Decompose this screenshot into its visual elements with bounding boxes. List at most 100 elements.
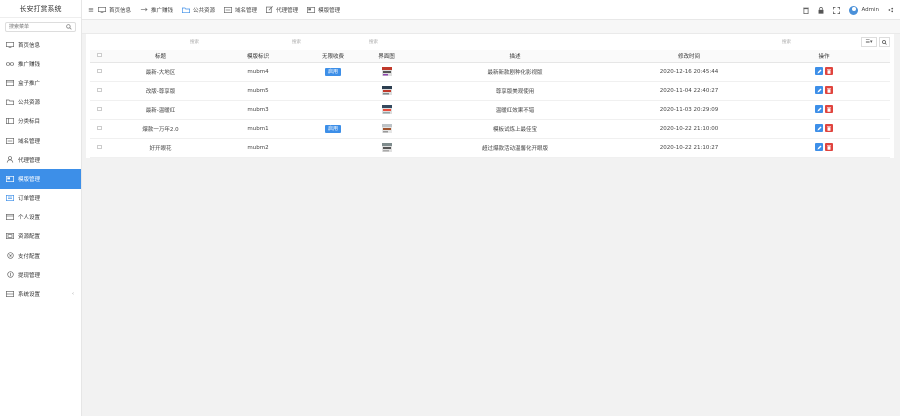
search-icon[interactable] xyxy=(66,24,72,32)
column-header[interactable]: 标题 xyxy=(108,50,213,63)
sidebar-item-orders[interactable]: 订单管理 xyxy=(0,189,81,208)
top-nav-home[interactable]: 首页信息 xyxy=(98,6,131,14)
sidebar-item-profile[interactable]: 个人设置 xyxy=(0,208,81,227)
sidebar: 长安打赏系统 首页信息 推广赚钱 盒子推广 公共资源 分类标目 域名管理 xyxy=(0,0,82,416)
sidebar-item-label: 资源配置 xyxy=(18,234,41,241)
folder-icon xyxy=(182,7,191,13)
sidebar-item-resource-config[interactable]: 资源配置 xyxy=(0,227,81,246)
sidebar-item-label: 首页信息 xyxy=(18,42,41,49)
row-checkbox[interactable] xyxy=(90,62,108,82)
trash-icon xyxy=(826,145,831,150)
template-thumbnail[interactable] xyxy=(381,67,392,76)
sidebar-item-payment[interactable]: 支付配置 xyxy=(0,246,81,265)
sidebar-search-input[interactable] xyxy=(6,23,66,31)
edit-icon xyxy=(266,6,273,13)
cell-title: 好开眼花 xyxy=(108,138,213,158)
top-nav-domain[interactable]: 域名管理 xyxy=(224,6,257,14)
top-nav-agent[interactable]: 代理管理 xyxy=(266,6,298,14)
table-row: 最新-温暖红 mubm3 温暖红效果不错 2020-11-03 20:29:09 xyxy=(90,100,890,120)
filter-input[interactable]: 搜索 xyxy=(782,39,791,45)
column-header[interactable]: 界面图 xyxy=(363,50,410,63)
column-header[interactable]: 操作 xyxy=(758,50,890,63)
sidebar-item-templates[interactable]: 模版管理 xyxy=(0,169,81,189)
trash-icon[interactable] xyxy=(803,7,810,14)
cell-title: 改版-尊享版 xyxy=(108,81,213,101)
edit-button[interactable] xyxy=(815,143,824,152)
sidebar-item-label: 个人设置 xyxy=(18,215,41,222)
template-thumbnail[interactable] xyxy=(381,143,392,152)
status-badge[interactable]: 启用 xyxy=(324,124,341,133)
delete-button[interactable] xyxy=(824,124,833,133)
delete-button[interactable] xyxy=(824,86,833,95)
globe-icon xyxy=(6,137,14,144)
column-header[interactable]: 描述 xyxy=(410,50,620,63)
sidebar-item-agent[interactable]: 代理管理 xyxy=(0,150,81,169)
cell-thumbnail xyxy=(363,119,410,139)
cell-actions xyxy=(758,81,890,101)
fullscreen-icon[interactable] xyxy=(833,6,841,14)
cell-status: 启用 xyxy=(303,62,363,82)
top-nav-promote[interactable]: 推广赚钱 xyxy=(140,6,173,14)
edit-button[interactable] xyxy=(815,67,824,76)
cell-time: 2020-10-22 21:10:27 xyxy=(620,138,758,158)
more-icon[interactable] xyxy=(888,7,895,13)
cell-code: mubm4 xyxy=(213,62,303,82)
template-icon xyxy=(307,6,316,13)
cell-status: 启用 xyxy=(303,119,363,139)
user-name: Admin xyxy=(861,7,879,13)
template-thumbnail[interactable] xyxy=(381,105,392,114)
table-row: 爆款一万年2.0 mubm1 启用 模板试炼上最佳宝 2020-10-22 21… xyxy=(90,119,890,139)
sidebar-item-category[interactable]: 分类标目 xyxy=(0,112,81,131)
search-button[interactable] xyxy=(879,37,890,47)
status-badge[interactable]: 启用 xyxy=(324,67,341,76)
sidebar-item-system[interactable]: 系统设置 ‹ xyxy=(0,284,81,303)
cell-thumbnail xyxy=(363,138,410,158)
app-title[interactable]: 长安打赏系统 xyxy=(0,0,81,18)
column-header[interactable]: 修改时间 xyxy=(620,50,758,63)
sidebar-item-box[interactable]: 盒子推广 xyxy=(0,73,81,92)
template-thumbnail[interactable] xyxy=(381,124,392,133)
menu-toggle-icon[interactable]: ≡ xyxy=(84,6,98,14)
top-nav-label: 首页信息 xyxy=(109,7,132,14)
table-row: 好开眼花 mubm2 超过爆款活动温馨化开眼版 2020-10-22 21:10… xyxy=(90,138,890,158)
user-menu[interactable]: Admin xyxy=(849,5,879,15)
select-all-checkbox[interactable] xyxy=(90,50,108,63)
cell-title: 爆款一万年2.0 xyxy=(108,119,213,139)
top-nav-resources[interactable]: 公共资源 xyxy=(182,6,215,14)
cell-desc: 模板试炼上最佳宝 xyxy=(410,119,620,139)
top-nav-templates[interactable]: 模版管理 xyxy=(307,6,340,14)
column-header[interactable]: 无限收费 xyxy=(303,50,363,63)
filter-input[interactable]: 搜索 xyxy=(190,39,199,45)
delete-button[interactable] xyxy=(824,143,833,152)
top-nav-label: 模版管理 xyxy=(318,7,341,14)
edit-button[interactable] xyxy=(815,105,824,114)
pencil-icon xyxy=(817,126,822,131)
edit-button[interactable] xyxy=(815,86,824,95)
template-thumbnail[interactable] xyxy=(381,86,392,95)
sidebar-item-home[interactable]: 首页信息 xyxy=(0,35,81,54)
filter-input[interactable]: 搜索 xyxy=(369,39,378,45)
columns-button[interactable]: ☰▾ xyxy=(861,37,877,47)
order-icon xyxy=(6,195,14,202)
edit-button[interactable] xyxy=(815,124,824,133)
sidebar-search[interactable] xyxy=(5,22,76,32)
filter-input[interactable]: 搜索 xyxy=(292,39,301,45)
delete-button[interactable] xyxy=(824,105,833,114)
sidebar-item-label: 分类标目 xyxy=(18,119,41,126)
row-checkbox[interactable] xyxy=(90,119,108,139)
sidebar-item-withdraw[interactable]: 提现管理 xyxy=(0,265,81,284)
box-icon xyxy=(6,79,14,86)
withdraw-icon xyxy=(6,271,14,278)
row-checkbox[interactable] xyxy=(90,100,108,120)
sidebar-item-domain[interactable]: 域名管理 xyxy=(0,131,81,150)
column-header[interactable]: 模版标识 xyxy=(213,50,303,63)
template-table: 标题 模版标识 无限收费 界面图 描述 修改时间 操作 最新-大地区 mubm4… xyxy=(90,50,890,158)
row-checkbox[interactable] xyxy=(90,138,108,158)
lock-icon[interactable] xyxy=(818,6,824,14)
sidebar-item-promote[interactable]: 推广赚钱 xyxy=(0,54,81,73)
cell-status xyxy=(303,100,363,120)
delete-button[interactable] xyxy=(824,67,833,76)
sidebar-item-resources[interactable]: 公共资源 xyxy=(0,93,81,112)
row-checkbox[interactable] xyxy=(90,81,108,101)
sidebar-item-label: 系统设置 xyxy=(18,292,41,299)
